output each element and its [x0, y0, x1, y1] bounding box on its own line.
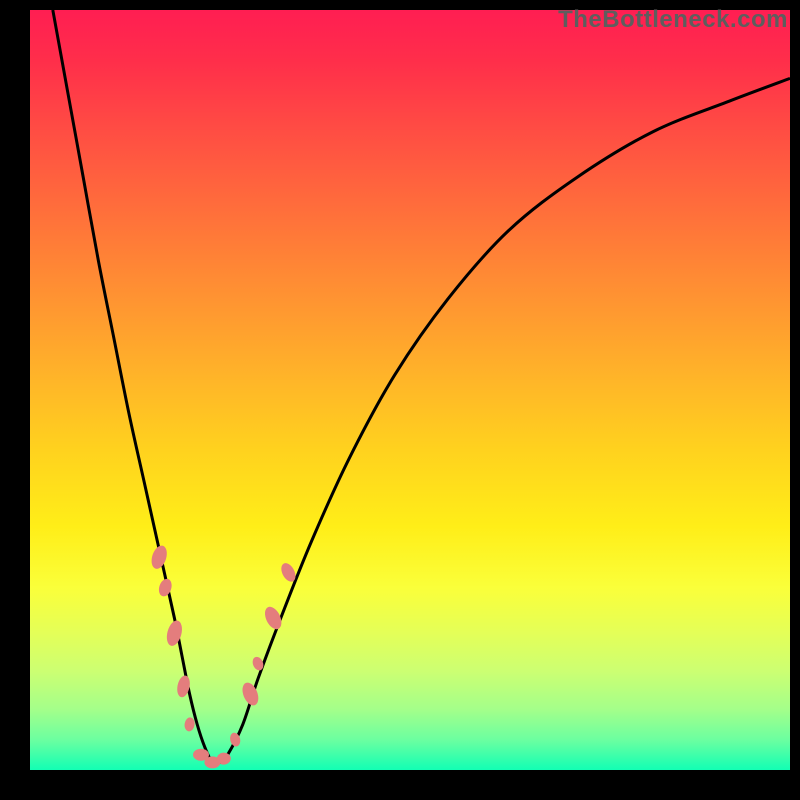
- marker-dot: [251, 655, 266, 672]
- highlight-markers: [149, 544, 299, 769]
- plot-area: [30, 10, 790, 770]
- marker-dot: [157, 577, 174, 598]
- chart-svg: [30, 10, 790, 770]
- bottleneck-curve: [53, 10, 790, 764]
- marker-dot: [239, 680, 261, 707]
- marker-dot: [184, 717, 196, 732]
- watermark-text: TheBottleneck.com: [558, 6, 788, 34]
- marker-dot: [149, 544, 170, 571]
- chart-frame: TheBottleneck.com: [0, 0, 800, 800]
- marker-dot: [164, 619, 184, 648]
